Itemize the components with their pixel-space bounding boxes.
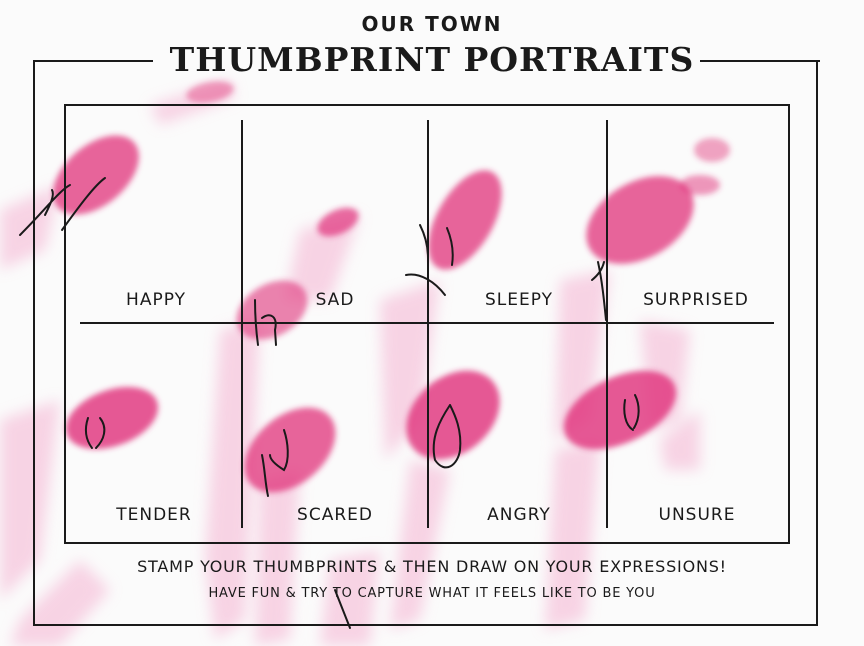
cell-label-scared: SCARED [297,505,373,525]
cell-label-angry: ANGRY [487,505,551,525]
cell-label-surprised: SURPRISED [643,290,749,310]
instruction-subtext: HAVE FUN & TRY TO CAPTURE WHAT IT FEELS … [208,586,656,601]
activity-card: OUR TOWN THUMBPRINT PORTRAITS HAPPY SAD … [0,0,864,646]
instruction-text: STAMP YOUR THUMBPRINTS & THEN DRAW ON YO… [137,557,727,576]
cell-label-unsure: UNSURE [658,505,736,525]
cell-label-sad: SAD [315,290,355,310]
cell-label-sleepy: SLEEPY [484,290,553,310]
card-title: THUMBPRINT PORTRAITS [169,40,695,79]
cell-label-tender: TENDER [116,505,192,525]
expression-grid [80,120,774,528]
card-subtitle: OUR TOWN [361,12,503,36]
cell-label-happy: HAPPY [126,290,186,310]
